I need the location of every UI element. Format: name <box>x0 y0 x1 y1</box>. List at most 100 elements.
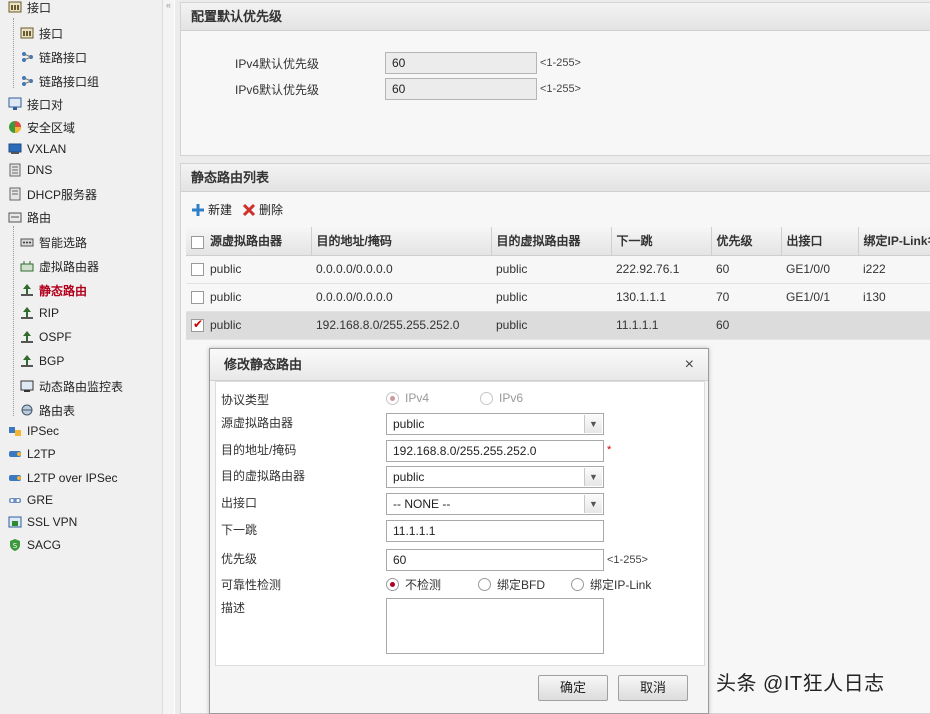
reliability-none-radio[interactable]: 不检测 <box>386 576 441 593</box>
sidebar-item-l2tp-over-ipsec[interactable]: L2TP over IPSec <box>8 468 118 488</box>
table-cell: GE1/0/0 <box>781 255 858 284</box>
sidebar-item-label: 智能选路 <box>39 235 88 250</box>
route-toolbar: 新建 删除 <box>191 201 283 218</box>
sidebar-item-label: GRE <box>27 493 54 507</box>
dialog-header: 修改静态路由 × <box>210 349 708 381</box>
protocol-ipv6-radio[interactable]: IPv6 <box>480 391 523 405</box>
tree-line <box>13 226 14 416</box>
src-vr-label: 源虚拟路由器 <box>221 416 294 430</box>
sidebar-item-rip[interactable]: RIP <box>20 303 59 323</box>
src-vr-select[interactable]: public ▼ <box>386 413 604 435</box>
protocol-ipv4-radio[interactable]: IPv4 <box>386 391 429 405</box>
reliability-iplink-radio[interactable]: 绑定IP-Link <box>571 576 651 593</box>
sidebar-item-dynamic-route-monitor[interactable]: 动态路由监控表 <box>20 376 123 396</box>
dhcp-icon <box>9 187 21 201</box>
chevron-down-icon[interactable]: ▼ <box>584 468 602 486</box>
row-checkbox-checked[interactable] <box>191 317 204 333</box>
sidebar-item-dhcp[interactable]: DHCP服务器 <box>8 184 97 204</box>
sidebar-item-interface-group[interactable]: 接口 <box>8 0 51 17</box>
radio-icon <box>480 391 493 405</box>
static-route-icon <box>21 284 33 296</box>
sidebar-item-label: 虚拟路由器 <box>39 259 100 274</box>
table-row[interactable]: public 0.0.0.0/0.0.0.0 public 222.92.76.… <box>186 255 930 284</box>
sidebar-item-dns[interactable]: DNS <box>8 160 52 180</box>
column-header-out-if[interactable]: 出接口 <box>781 227 859 256</box>
interface-icon <box>8 1 22 13</box>
sidebar-item-ipsec[interactable]: IPSec <box>8 421 59 441</box>
row-checkbox[interactable] <box>191 263 204 277</box>
sidebar-item-route[interactable]: 路由 <box>8 207 51 227</box>
column-header-ip-link[interactable]: 绑定IP-Link名 <box>858 227 930 256</box>
table-cell: 11.1.1.1 <box>611 311 711 340</box>
column-header-dest[interactable]: 目的地址/掩码 <box>311 227 492 256</box>
sidebar-item-ospf[interactable]: OSPF <box>20 327 72 347</box>
collapse-icon[interactable]: « <box>163 0 174 10</box>
reliability-bfd-radio[interactable]: 绑定BFD <box>478 576 545 593</box>
sidebar-item-ssl-vpn[interactable]: SSL VPN <box>8 512 77 532</box>
sidebar-item-interface[interactable]: 接口 <box>20 23 63 43</box>
sidebar-item-sacg[interactable]: S SACG <box>8 535 61 555</box>
cell-text: public <box>210 261 242 276</box>
plus-icon <box>192 203 204 216</box>
cancel-button[interactable]: 取消 <box>618 675 688 701</box>
sidebar-item-label: OSPF <box>39 330 72 344</box>
priority-input[interactable]: 60 <box>386 549 604 571</box>
ok-button[interactable]: 确定 <box>538 675 608 701</box>
table-cell: public <box>186 255 311 284</box>
sidebar-item-label: 链路接口 <box>39 50 88 65</box>
sidebar-item-label: 接口 <box>39 26 64 41</box>
sidebar-item-interface-pair[interactable]: 接口对 <box>8 94 63 114</box>
table-cell <box>781 311 858 340</box>
sidebar-item-gre[interactable]: GRE <box>8 490 53 510</box>
sidebar-item-link-group[interactable]: 链路接口组 <box>20 71 99 91</box>
chevron-down-icon[interactable]: ▼ <box>584 495 602 513</box>
sidebar-scrollbar[interactable]: « <box>162 0 174 714</box>
ipv4-priority-input[interactable]: 60 <box>385 52 537 74</box>
table-cell: 222.92.76.1 <box>611 255 711 284</box>
column-header-priority[interactable]: 优先级 <box>711 227 782 256</box>
delete-button[interactable]: 删除 <box>242 201 283 218</box>
sidebar-item-route-table[interactable]: 路由表 <box>20 400 75 420</box>
sidebar-item-label: 安全区域 <box>27 120 76 135</box>
chevron-down-icon[interactable]: ▼ <box>584 415 602 433</box>
sidebar-item-l2tp[interactable]: L2TP <box>8 444 56 464</box>
radio-icon <box>571 578 584 591</box>
virtual-router-icon <box>20 261 34 272</box>
sidebar-item-link-interface[interactable]: 链路接口 <box>20 47 87 67</box>
sidebar-item-virtual-router[interactable]: 虚拟路由器 <box>20 256 99 276</box>
radio-label: 绑定IP-Link <box>590 578 652 592</box>
dest-vr-select[interactable]: public ▼ <box>386 466 604 488</box>
description-textarea[interactable] <box>386 598 604 654</box>
sidebar-item-security-zone[interactable]: 安全区域 <box>8 117 75 137</box>
select-all-checkbox[interactable] <box>191 235 204 249</box>
column-header-next-hop[interactable]: 下一跳 <box>611 227 712 256</box>
sidebar-item-bgp[interactable]: BGP <box>20 351 64 371</box>
ipv6-priority-input[interactable]: 60 <box>385 78 537 100</box>
column-header-dest-vr[interactable]: 目的虚拟路由器 <box>491 227 612 256</box>
new-button[interactable]: 新建 <box>191 201 232 218</box>
radio-label: IPv4 <box>405 391 430 405</box>
description-label: 描述 <box>221 601 246 615</box>
interface-pair-icon <box>8 97 22 110</box>
next-hop-input[interactable]: 11.1.1.1 <box>386 520 604 542</box>
protocol-label: 协议类型 <box>221 393 270 407</box>
dest-address-input[interactable]: 192.168.8.0/255.255.252.0 <box>386 440 604 462</box>
ssl-vpn-icon <box>8 516 22 528</box>
out-if-select[interactable]: -- NONE -- ▼ <box>386 493 604 515</box>
close-icon[interactable]: × <box>685 349 694 381</box>
link-interface-icon <box>22 52 33 62</box>
row-checkbox[interactable] <box>191 291 204 305</box>
sidebar-item-static-route[interactable]: 静态路由 <box>20 280 87 300</box>
table-row[interactable]: public 0.0.0.0/0.0.0.0 public 130.1.1.1 … <box>186 283 930 312</box>
sidebar-item-label: L2TP <box>27 447 56 461</box>
table-cell: 0.0.0.0/0.0.0.0 <box>311 283 491 312</box>
table-cell <box>858 311 930 340</box>
column-header-src-vr[interactable]: 源虚拟路由器 <box>186 227 312 256</box>
sidebar-item-label: 链路接口组 <box>39 74 100 89</box>
table-row-selected[interactable]: public 192.168.8.0/255.255.252.0 public … <box>186 311 930 340</box>
sidebar-item-vxlan[interactable]: VXLAN <box>8 139 66 159</box>
table-cell: 192.168.8.0/255.255.252.0 <box>311 311 491 340</box>
dest-label: 目的地址/掩码 <box>221 443 297 457</box>
sidebar-item-smart-route[interactable]: 智能选路 <box>20 232 87 252</box>
table-cell: 130.1.1.1 <box>611 283 711 312</box>
